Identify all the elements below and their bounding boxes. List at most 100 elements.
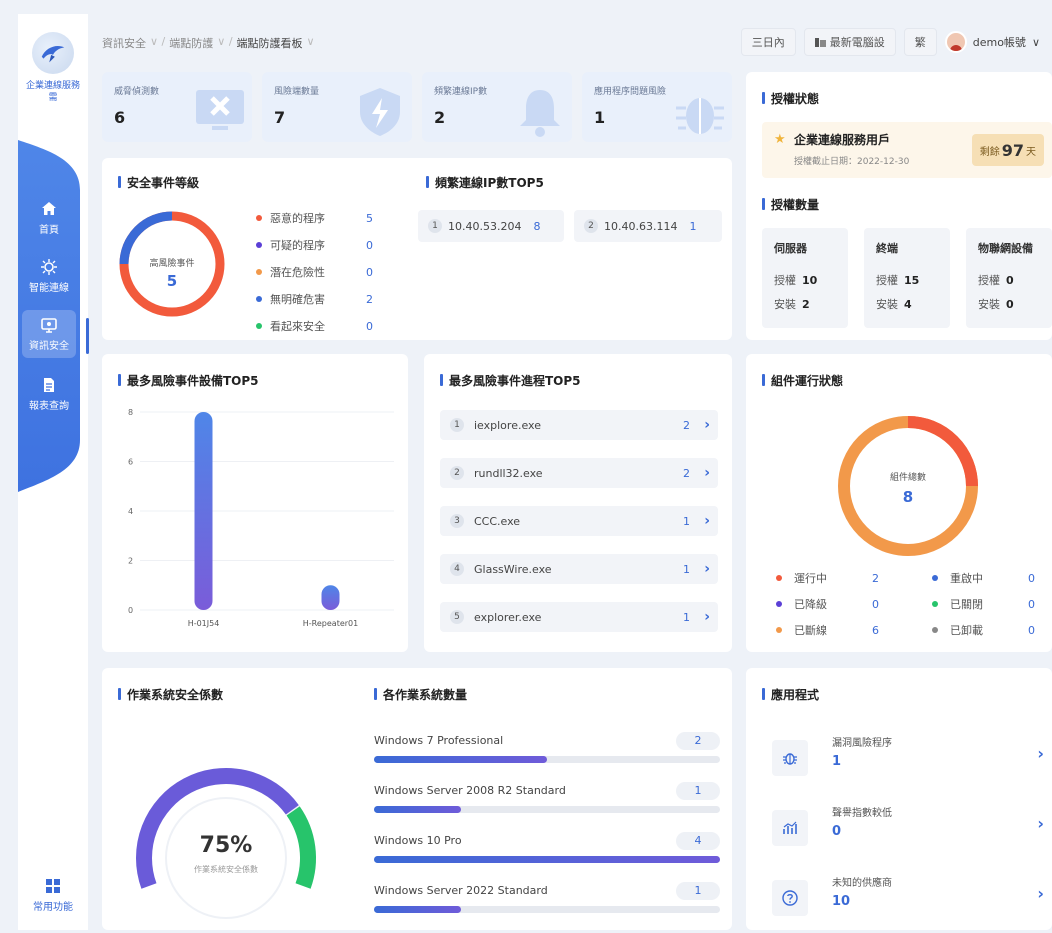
stat-card-risk-endpoints[interactable]: 風險端數量 7	[262, 72, 412, 142]
qty-auth-value: 15	[904, 274, 920, 287]
app-row-low-reputation[interactable]: 聲譽指數較低 0 ›	[772, 802, 1052, 862]
dolphin-logo-icon	[41, 45, 65, 63]
license-expiry: 授權截止日期：2022-12-30	[794, 157, 910, 167]
sidebar-item-label: 報表查詢	[29, 401, 69, 412]
os-bar-fill	[374, 756, 547, 763]
stat-label: 風險端數量	[274, 87, 320, 97]
donut-center-label: 組件總數	[890, 471, 926, 483]
common-functions-button[interactable]: 常用功能	[18, 878, 88, 913]
app-row-value: 10	[832, 894, 851, 909]
user-menu[interactable]: demo帳號 ∨	[944, 31, 1044, 53]
security-icon	[41, 318, 57, 333]
legend-label: 重啟中	[950, 572, 983, 585]
ip-top5-title: 頻繁連線IP數TOP5	[426, 174, 544, 191]
sidebar-item-home[interactable]: 首頁	[18, 200, 80, 236]
sidebar-item-smart-connect[interactable]: 智能連線	[18, 258, 80, 294]
qty-install-row: 安裝 2	[774, 296, 810, 312]
event-level-title: 安全事件等級	[118, 174, 199, 191]
legend-value: 0	[1028, 623, 1035, 637]
bar[interactable]	[194, 412, 213, 610]
qty-auth-label: 授權	[978, 274, 1000, 287]
stat-value: 7	[274, 108, 286, 127]
language-label: 繁	[914, 36, 926, 49]
license-qty-title: 授權數量	[762, 196, 819, 213]
legend-dot	[776, 575, 782, 581]
process-count: 2	[683, 418, 690, 432]
topbar: 資訊安全 ∨ / 端點防護 ∨ / 端點防護看板 ∨ 三日內 最新電腦設 繁 d…	[96, 26, 1052, 60]
sidebar-item-report[interactable]: 報表查詢	[18, 376, 80, 412]
gauge-segment-green	[286, 806, 316, 889]
license-days-badge: 剩餘 97 天	[971, 134, 1044, 166]
os-count-badge: 1	[676, 882, 720, 900]
os-count-row: Windows 7 Professional 2	[374, 732, 720, 774]
question-icon	[772, 880, 808, 916]
components-title: 組件運行狀態	[762, 372, 843, 389]
qty-auth-label: 授權	[876, 274, 898, 287]
chevron-right-icon: ›	[1037, 814, 1044, 833]
report-icon	[44, 378, 54, 392]
bug-icon	[772, 740, 808, 776]
legend-value: 2	[366, 292, 373, 306]
refresh-device-button[interactable]: 最新電腦設	[803, 28, 896, 56]
breadcrumb: 資訊安全 ∨ / 端點防護 ∨ / 端點防護看板 ∨	[102, 35, 315, 51]
active-nav-indicator	[86, 318, 89, 354]
qty-auth-value: 10	[802, 274, 818, 287]
qty-install-value: 4	[904, 298, 912, 311]
license-qty-terminals: 終端 授權 15 安裝 4	[864, 228, 950, 328]
stat-card-app-risk[interactable]: 應用程序問題風險 1	[582, 72, 732, 142]
legend-label: 可疑的程序	[270, 239, 325, 252]
process-top5-item[interactable]: 3 CCC.exe 1 ›	[440, 506, 718, 536]
common-functions-label: 常用功能	[33, 902, 73, 913]
app-row-vulnerable[interactable]: 漏洞風險程序 1 ›	[772, 732, 1052, 792]
ip-top5-item[interactable]: 1 10.40.53.204 8	[418, 210, 564, 242]
app-row-unknown-vendor[interactable]: 未知的供應商 10 ›	[772, 872, 1052, 932]
qty-auth-row: 授權 0	[978, 272, 1014, 288]
org-name: 企業連線服務需	[25, 81, 80, 103]
qty-auth-value: 0	[1006, 274, 1014, 287]
chevron-right-icon: ›	[704, 561, 710, 577]
time-range-label: 三日內	[751, 36, 785, 49]
chevron-right-icon: ›	[704, 609, 710, 625]
legend-item: 看起來安全 0	[256, 318, 373, 334]
legend-item: 已降級 0	[776, 596, 879, 612]
stat-card-frequent-ip[interactable]: 頻繁連線IP數 2	[422, 72, 572, 142]
ip-top5-item[interactable]: 2 10.40.63.114 1	[574, 210, 722, 242]
legend-value: 0	[1028, 597, 1035, 611]
legend-dot	[256, 323, 262, 329]
time-range-button[interactable]: 三日內	[740, 28, 796, 56]
x-tick-label: H-Repeater01	[303, 619, 358, 628]
stat-card-threats[interactable]: 威脅偵測數 6	[102, 72, 252, 142]
shield-bolt-icon	[360, 88, 400, 136]
os-count-badge: 2	[676, 732, 720, 750]
rank-badge: 4	[450, 562, 464, 576]
qty-install-label: 安裝	[774, 298, 796, 311]
process-top5-item[interactable]: 5 explorer.exe 1 ›	[440, 602, 718, 632]
bar[interactable]	[321, 585, 340, 610]
qty-auth-label: 授權	[774, 274, 796, 287]
os-name: Windows Server 2008 R2 Standard	[374, 784, 566, 797]
home-icon	[42, 202, 56, 215]
qty-name: 物聯網設備	[978, 242, 1033, 255]
process-top5-item[interactable]: 1 iexplore.exe 2 ›	[440, 410, 718, 440]
process-top5-item[interactable]: 4 GlassWire.exe 1 ›	[440, 554, 718, 584]
os-name: Windows Server 2022 Standard	[374, 884, 548, 897]
qty-install-row: 安裝 4	[876, 296, 912, 312]
stat-label: 頻繁連線IP數	[434, 87, 488, 97]
os-bar-fill	[374, 856, 720, 863]
process-top5-item[interactable]: 2 rundll32.exe 2 ›	[440, 458, 718, 488]
breadcrumb-item-current[interactable]: 端點防護看板	[237, 35, 303, 51]
breadcrumb-item[interactable]: 端點防護	[169, 35, 213, 51]
qty-install-label: 安裝	[876, 298, 898, 311]
event-level-donut: 高風險事件 5	[119, 211, 225, 317]
language-button[interactable]: 繁	[903, 28, 937, 56]
logo[interactable]	[32, 32, 74, 74]
legend-value: 0	[1028, 571, 1035, 585]
chevron-down-icon: ∨	[306, 35, 315, 48]
sidebar-item-info-security[interactable]: 資訊安全	[22, 310, 76, 358]
os-bar-fill	[374, 906, 461, 913]
os-bar-track	[374, 906, 720, 913]
legend-item: 重啟中 0	[932, 570, 1035, 586]
ip-address: 10.40.63.114	[604, 219, 678, 233]
breadcrumb-item[interactable]: 資訊安全	[102, 35, 146, 51]
legend-dot	[256, 269, 262, 275]
